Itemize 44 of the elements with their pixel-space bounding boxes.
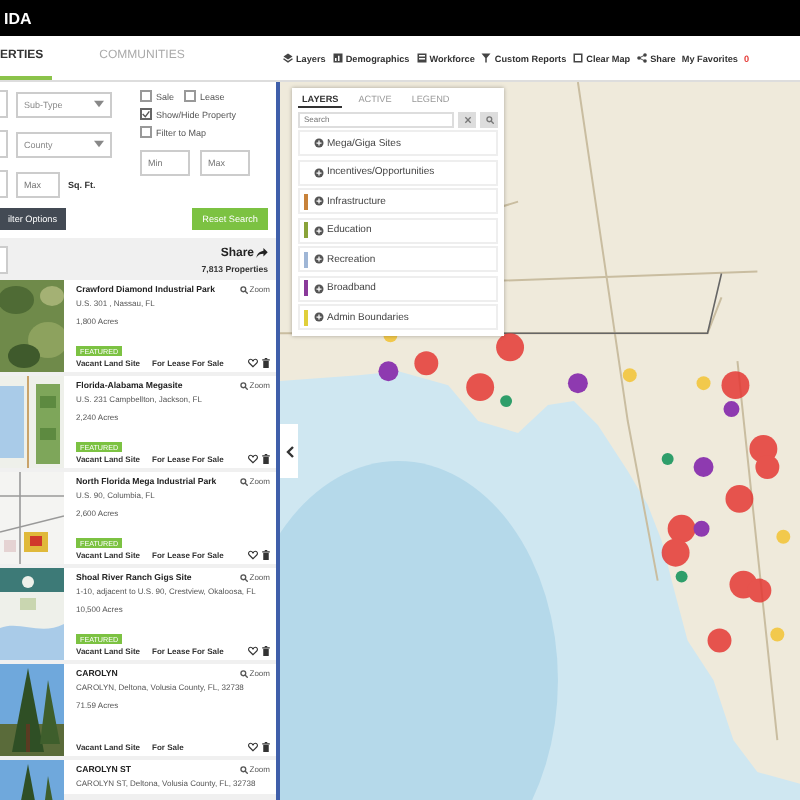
collapse-button[interactable] <box>280 424 298 478</box>
search-icon <box>239 765 248 773</box>
layers-icon <box>282 52 294 64</box>
input-field[interactable] <box>0 246 8 274</box>
search-icon <box>239 381 248 389</box>
close-icon <box>463 115 471 123</box>
trash-icon[interactable] <box>262 742 270 752</box>
heart-icon[interactable] <box>248 550 258 560</box>
input-field[interactable] <box>0 170 8 198</box>
chevron-left-icon <box>285 445 293 457</box>
heart-icon[interactable] <box>248 742 258 752</box>
share-icon <box>636 52 649 64</box>
search-button[interactable] <box>480 111 498 127</box>
caret-icon <box>94 100 104 108</box>
grid-icon <box>415 52 428 64</box>
clear-button[interactable] <box>458 111 476 127</box>
plus-icon <box>314 283 324 293</box>
square-icon <box>572 52 585 64</box>
search-icon <box>485 115 493 123</box>
search-icon <box>239 573 248 581</box>
plus-icon <box>314 138 324 148</box>
trash-icon[interactable] <box>262 646 270 656</box>
share-arrow-icon <box>256 248 268 258</box>
plus-icon <box>314 196 324 206</box>
plus-icon <box>314 254 324 264</box>
plus-icon <box>314 312 324 322</box>
check-icon <box>142 110 150 118</box>
plus-icon <box>314 225 324 235</box>
heart-icon[interactable] <box>248 646 258 656</box>
filter-icon <box>480 52 493 64</box>
trash-icon[interactable] <box>262 358 270 368</box>
heart-icon[interactable] <box>248 454 258 464</box>
search-icon <box>239 285 248 293</box>
chart-icon <box>331 52 344 64</box>
search-icon <box>239 669 248 677</box>
heart-icon[interactable] <box>248 358 258 368</box>
plus-icon <box>314 167 324 177</box>
search-icon <box>239 477 248 485</box>
trash-icon[interactable] <box>262 454 270 464</box>
dropdown-field[interactable] <box>0 130 8 158</box>
caret-icon <box>94 140 104 148</box>
logo-text: IDA <box>4 9 32 27</box>
trash-icon[interactable] <box>262 550 270 560</box>
dropdown-field[interactable] <box>0 90 8 118</box>
